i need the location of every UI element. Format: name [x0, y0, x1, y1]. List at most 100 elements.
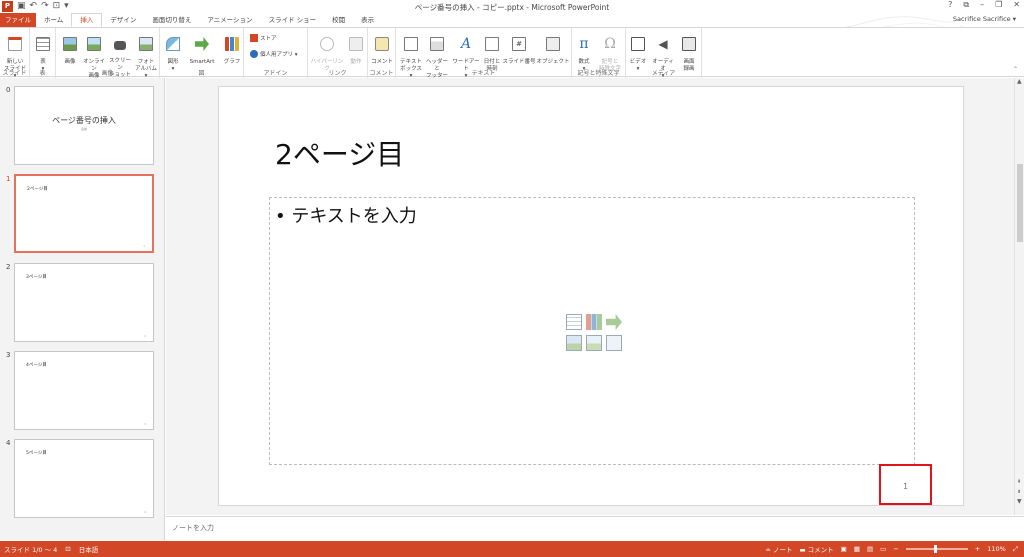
thumbnail-slide-1[interactable]: 2ページ目 1: [14, 174, 154, 253]
close-button[interactable]: ✕: [1013, 0, 1020, 10]
omega-icon: Ω: [604, 36, 616, 52]
insert-chart-icon[interactable]: [586, 314, 602, 330]
thumb-number: 3: [6, 351, 11, 359]
table-button[interactable]: 表 ▾: [33, 30, 53, 73]
powerpoint-window: P ▣ ↶ ↷ ⊡ ▾ ページ番号の挿入 - コピー.pptx - Micros…: [0, 0, 1024, 557]
screen-record-button[interactable]: 画面 録画: [678, 30, 700, 73]
scroll-up-icon[interactable]: ▲: [1017, 78, 1022, 85]
slide-number-highlight[interactable]: 1: [879, 464, 932, 505]
new-slide-icon: [8, 37, 22, 51]
tab-insert[interactable]: 挿入: [71, 13, 103, 27]
slide-title[interactable]: 2ページ目: [275, 133, 404, 173]
thumb-title: ページ番号の挿入: [52, 116, 116, 125]
group-symbols-label: 記号と特殊文字: [577, 70, 620, 77]
thumbnail-slide-0[interactable]: ページ番号の挿入 名前: [14, 86, 154, 165]
normal-view-icon[interactable]: ▣: [841, 545, 847, 553]
store-label: ストア: [260, 36, 277, 42]
tab-transitions[interactable]: 画面切り替え: [144, 13, 199, 27]
slideshow-view-icon[interactable]: ▭: [880, 545, 886, 553]
scroll-thumb[interactable]: [1017, 164, 1023, 242]
object-icon: [546, 37, 560, 51]
my-apps-button[interactable]: 個人用アプリ ▾: [250, 50, 298, 58]
tab-home[interactable]: ホーム: [36, 13, 71, 27]
insert-video-icon[interactable]: [606, 334, 622, 351]
action-icon: [349, 37, 363, 51]
ribbon-display-button[interactable]: ⧉: [963, 0, 969, 10]
tab-file[interactable]: ファイル: [0, 13, 36, 27]
notes-toggle[interactable]: ≐ ノート: [765, 544, 792, 554]
zoom-in-button[interactable]: +: [975, 545, 980, 553]
ribbon-tabs: ファイル ホーム 挿入 デザイン 画面切り替え アニメーション スライド ショー…: [0, 13, 1024, 42]
collapse-ribbon-icon[interactable]: ⌃: [1013, 66, 1018, 73]
symbol-button[interactable]: Ω 記号と 特殊文字: [596, 30, 624, 73]
date-time-button[interactable]: 日付と 時刻: [482, 30, 502, 73]
slide-number-icon: #: [512, 37, 526, 51]
insert-smartart-icon[interactable]: [606, 314, 622, 330]
slide-sorter-icon[interactable]: ▦: [854, 545, 860, 553]
insert-content-icons: [566, 314, 624, 352]
group-symbols: π 数式 ▾ Ω 記号と 特殊文字 記号と特殊文字: [572, 28, 626, 78]
zoom-level[interactable]: 110%: [987, 545, 1006, 553]
action-button[interactable]: 動作: [346, 30, 366, 66]
thumbnail-slide-3[interactable]: 4ページ目 3: [14, 351, 154, 430]
tab-animations[interactable]: アニメーション: [199, 13, 260, 27]
shapes-icon: [166, 37, 180, 51]
next-slide-icon[interactable]: ⇟: [1017, 489, 1021, 495]
thumbnail-slide-2[interactable]: 3ページ目 2: [14, 263, 154, 342]
object-button[interactable]: オブジェクト: [536, 30, 570, 66]
prev-slide-icon[interactable]: ⇞: [1017, 479, 1021, 485]
slide-page-number: 1: [902, 482, 909, 491]
group-table-label: 表: [39, 70, 46, 77]
window-controls: ? ⧉ – ❐ ✕: [948, 0, 1020, 10]
group-comments: コメント コメント: [368, 28, 396, 78]
date-time-icon: [485, 37, 499, 51]
notes-pane[interactable]: ノートを入力: [166, 516, 1024, 540]
header-footer-icon: [430, 37, 444, 51]
slide-number-button[interactable]: # スライド番号: [502, 30, 536, 66]
scroll-down-icon[interactable]: ▼: [1017, 498, 1022, 505]
comment-label: コメント: [370, 59, 393, 65]
tab-design[interactable]: デザイン: [102, 13, 144, 27]
image-label: 画像: [64, 59, 76, 65]
content-bullet-text[interactable]: • テキストを入力: [275, 202, 417, 228]
tab-slideshow[interactable]: スライド ショー: [261, 13, 325, 27]
group-media: ビデオ ▾ ◀ オーディオ ▾ 画面 録画 メディア: [626, 28, 702, 79]
minimize-button[interactable]: –: [980, 0, 984, 10]
hyperlink-button[interactable]: ハイパーリンク: [310, 30, 344, 73]
wordart-icon: A: [460, 36, 472, 52]
image-button[interactable]: 画像: [60, 30, 80, 66]
fit-slide-icon[interactable]: ⤢: [1013, 545, 1018, 554]
help-button[interactable]: ?: [948, 0, 952, 10]
spellcheck-icon[interactable]: ⊡: [65, 545, 70, 553]
comments-toggle[interactable]: ▬ コメント: [799, 544, 833, 554]
zoom-out-button[interactable]: −: [893, 545, 898, 553]
content-placeholder[interactable]: • テキストを入力: [269, 197, 915, 465]
current-slide[interactable]: 2ページ目 • テキストを入力 1: [218, 86, 964, 506]
group-images: 画像 オンライン 画像 スクリーン ショット ▾ フォト アルバム ▾ 画像: [56, 28, 160, 85]
comment-button[interactable]: コメント: [370, 30, 394, 66]
ribbon-insert: 新しい スライド ▾ スライド 表 ▾ 表 画像 オンライン 画像 スクリーン …: [0, 27, 1024, 85]
thumbnail-slide-4[interactable]: 5ページ目 4: [14, 439, 154, 518]
vertical-scrollbar[interactable]: ▲ ⇞ ⇟ ▼: [1014, 78, 1024, 515]
smartart-button[interactable]: SmartArt: [186, 30, 218, 66]
insert-online-picture-icon[interactable]: [586, 334, 602, 351]
video-button[interactable]: ビデオ ▾: [628, 30, 648, 73]
reading-view-icon[interactable]: ▤: [867, 545, 873, 553]
tab-view[interactable]: 表示: [353, 13, 382, 27]
zoom-slider[interactable]: [905, 545, 968, 553]
tab-review[interactable]: 校閲: [324, 13, 353, 27]
equation-button[interactable]: π 数式 ▾: [574, 30, 594, 73]
store-button[interactable]: ストア: [250, 34, 277, 42]
shapes-button[interactable]: 図形 ▾: [163, 30, 183, 73]
insert-picture-icon[interactable]: [566, 334, 582, 351]
group-apps: ストア 個人用アプリ ▾ アドイン: [244, 28, 308, 78]
chart-button[interactable]: グラフ: [222, 30, 242, 66]
language-indicator[interactable]: 日本語: [79, 544, 99, 554]
image-icon: [63, 37, 77, 51]
smartart-icon: [195, 37, 209, 51]
chart-icon: [225, 37, 239, 51]
user-account[interactable]: Sacrifice Sacrifice ▾: [953, 15, 1016, 23]
restore-button[interactable]: ❐: [995, 0, 1002, 10]
insert-table-icon[interactable]: [566, 314, 582, 330]
group-illustrations-label: 図: [198, 70, 205, 77]
